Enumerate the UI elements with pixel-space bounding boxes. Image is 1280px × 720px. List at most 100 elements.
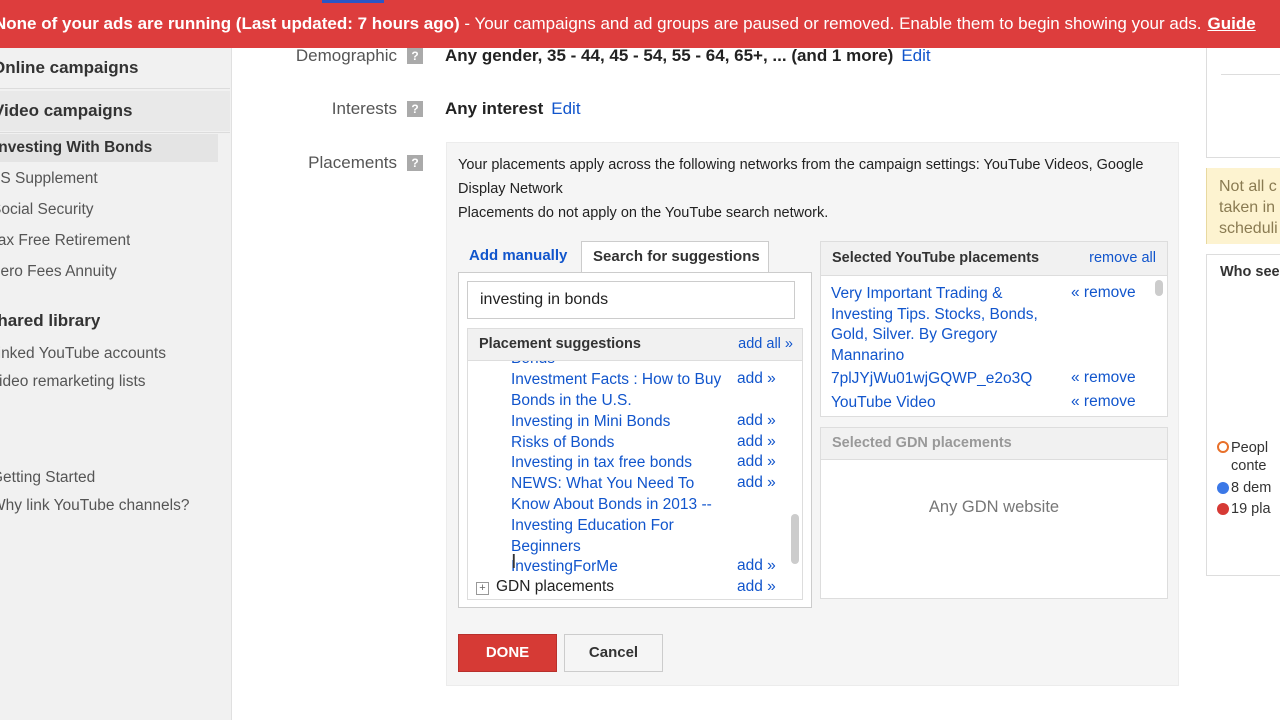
suggestion-item[interactable]: Investment Facts : How to Buy Bonds in t… xyxy=(511,370,726,411)
suggestion-add-link[interactable]: add » xyxy=(737,474,776,492)
interests-value-row: Any interest Edit xyxy=(445,99,581,119)
selected-gdn-empty-text: Any GDN website xyxy=(928,498,1060,516)
suggestion-item[interactable]: Investing Education For Beginners xyxy=(511,516,726,557)
placement-tabs: Add manually Search for suggestions xyxy=(458,241,812,274)
text-cursor-icon: I xyxy=(511,551,517,573)
demographic-value-row: Any gender, 35 - 44, 45 - 54, 55 - 64, 6… xyxy=(445,46,931,66)
suggestion-item[interactable]: Investing in Mini Bonds xyxy=(511,412,726,433)
remove-link[interactable]: « remove xyxy=(1071,369,1136,387)
sidebar-campaign-investing-with-bonds[interactable]: Investing With Bonds xyxy=(0,134,218,162)
legend-item: 8 dem xyxy=(1217,479,1272,497)
suggestion-item[interactable]: NEWS: What You Need To Know About Bonds … xyxy=(511,474,726,515)
remove-link[interactable]: « remove xyxy=(1071,393,1136,411)
selected-placement-item[interactable]: YouTube Video xyxy=(831,393,1059,414)
placements-intro: Your placements apply across the followi… xyxy=(458,153,1168,225)
tab-search-for-suggestions[interactable]: Search for suggestions xyxy=(581,241,769,274)
sidebar-campaign-zero-fees-annuity[interactable]: Zero Fees Annuity xyxy=(0,263,117,281)
who-sees-box: Who see Peopl conte 8 dem 19 pla xyxy=(1206,254,1280,576)
schedule-note-line: Not all c xyxy=(1219,178,1277,195)
suggestion-add-link[interactable]: add » xyxy=(737,370,776,388)
left-sidebar: Online campaigns Video campaigns Investi… xyxy=(0,48,232,720)
sidebar-getting-started[interactable]: Getting Started xyxy=(0,469,95,487)
sidebar-campaign-tax-free-retirement[interactable]: Tax Free Retirement xyxy=(0,232,130,250)
sidebar-shared-library[interactable]: Shared library xyxy=(0,311,100,331)
schedule-note-line: taken in xyxy=(1219,199,1276,216)
done-button[interactable]: DONE xyxy=(458,634,557,672)
suggestion-item[interactable]: InvestingForMe xyxy=(511,557,726,578)
demographic-value: Any gender, 35 - 44, 45 - 54, 55 - 64, 6… xyxy=(445,46,894,65)
main-content: Demographic? Any gender, 35 - 44, 45 - 5… xyxy=(232,46,1207,720)
orange-circle-icon xyxy=(1217,441,1229,453)
gdn-add-link[interactable]: add » xyxy=(737,578,776,596)
gdn-placements-label: GDN placements xyxy=(496,578,615,595)
legend-text: conte xyxy=(1231,458,1267,474)
suggestion-add-link[interactable]: add » xyxy=(737,453,776,471)
interests-edit-link[interactable]: Edit xyxy=(551,99,580,118)
schedule-note: Not all c taken in scheduli xyxy=(1206,168,1280,244)
suggestions-scrollbar[interactable] xyxy=(791,514,799,564)
alert-banner: None of your ads are running (Last updat… xyxy=(0,0,1280,48)
selected-youtube-placements: Selected YouTube placements remove all V… xyxy=(820,241,1168,417)
placements-search-network-note: Placements do not apply on the YouTube s… xyxy=(458,205,829,221)
add-all-link[interactable]: add all » xyxy=(738,336,793,352)
gdn-placements-row[interactable]: + GDN placements xyxy=(468,578,614,596)
selected-gdn-placements: Selected GDN placements Any GDN website xyxy=(820,427,1168,599)
placements-label: Placements xyxy=(308,153,397,172)
sidebar-video-remarketing-lists[interactable]: Video remarketing lists xyxy=(0,373,146,391)
blue-dot-icon xyxy=(1217,482,1229,494)
selected-youtube-title: Selected YouTube placements xyxy=(832,250,1040,266)
help-icon[interactable]: ? xyxy=(407,155,423,171)
placements-row-label: Placements? xyxy=(277,153,423,173)
suggestion-add-link[interactable]: add » xyxy=(737,557,776,575)
sidebar-campaign-ss-supplement[interactable]: SS Supplement xyxy=(0,170,98,188)
demographic-row-label: Demographic? xyxy=(277,46,423,66)
selected-gdn-title: Selected GDN placements xyxy=(832,435,1012,451)
cancel-button[interactable]: Cancel xyxy=(564,634,663,672)
remove-link[interactable]: « remove xyxy=(1071,284,1136,302)
legend-item: Peopl conte xyxy=(1217,439,1269,475)
suggestion-item[interactable]: Risks of Bonds xyxy=(511,433,726,454)
placements-networks-note: Your placements apply across the followi… xyxy=(458,157,1144,197)
tab-add-manually[interactable]: Add manually xyxy=(469,247,567,264)
alert-text: None of your ads are running (Last updat… xyxy=(0,14,460,33)
sidebar-linked-youtube-accounts[interactable]: Linked YouTube accounts xyxy=(0,345,166,363)
sidebar-campaign-social-security[interactable]: Social Security xyxy=(0,201,94,219)
remove-all-link[interactable]: remove all xyxy=(1089,250,1156,266)
top-tab-accent xyxy=(322,0,384,3)
legend-text: Peopl xyxy=(1231,440,1269,456)
selected-scrollbar[interactable] xyxy=(1155,280,1163,296)
expand-plus-icon[interactable]: + xyxy=(476,582,489,595)
demographic-label: Demographic xyxy=(295,46,397,65)
alert-detail: - Your campaigns and ad groups are pause… xyxy=(459,14,1202,33)
who-sees-title: Who see xyxy=(1220,264,1280,280)
suggestion-item[interactable]: Investing in tax free bonds xyxy=(511,453,726,474)
interests-row-label: Interests? xyxy=(277,99,423,119)
selected-youtube-header: Selected YouTube placements remove all xyxy=(821,242,1167,276)
selected-placement-item[interactable]: 7plJYjWu01wjGQWP_e2o3Q xyxy=(831,369,1059,390)
sidebar-online-campaigns[interactable]: Online campaigns xyxy=(0,58,138,78)
legend-text: 19 pla xyxy=(1231,501,1271,517)
help-icon[interactable]: ? xyxy=(407,48,423,64)
sidebar-why-link-channels[interactable]: Why link YouTube channels? xyxy=(0,497,189,515)
suggestion-add-link[interactable]: add » xyxy=(737,412,776,430)
search-suggestions-box: Placement suggestions add all » Bonds In… xyxy=(458,272,812,608)
legend-text: 8 dem xyxy=(1231,480,1272,496)
placement-search-input[interactable] xyxy=(467,281,795,319)
schedule-note-line: scheduli xyxy=(1219,220,1278,237)
selected-placement-item[interactable]: Very Important Trading & Investing Tips.… xyxy=(831,284,1059,367)
placements-panel: Your placements apply across the followi… xyxy=(446,142,1179,686)
red-dot-icon xyxy=(1217,503,1229,515)
demographic-edit-link[interactable]: Edit xyxy=(901,46,930,65)
sidebar-video-campaigns[interactable]: Video campaigns xyxy=(0,101,133,121)
help-icon[interactable]: ? xyxy=(407,101,423,117)
interests-label: Interests xyxy=(331,99,397,118)
placement-suggestions-header: Placement suggestions add all » xyxy=(468,329,802,361)
right-top-box xyxy=(1206,48,1280,158)
right-side-panel: Not all c taken in scheduli Who see Peop… xyxy=(1206,48,1280,720)
placement-suggestions-box: Placement suggestions add all » Bonds In… xyxy=(467,328,803,600)
selected-gdn-header: Selected GDN placements xyxy=(821,428,1167,460)
suggestion-item[interactable]: Bonds xyxy=(511,361,726,370)
placement-suggestions-title: Placement suggestions xyxy=(479,336,641,352)
guide-link[interactable]: Guide xyxy=(1208,14,1256,33)
suggestion-add-link[interactable]: add » xyxy=(737,433,776,451)
